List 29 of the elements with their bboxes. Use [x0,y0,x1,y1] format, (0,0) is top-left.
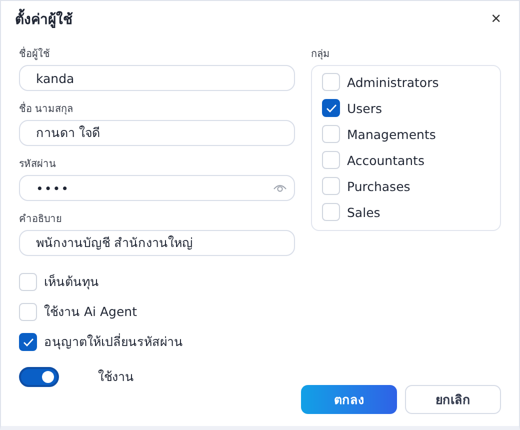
checkbox-label: Purchases [347,178,410,194]
checkbox-label: เห็นต้นทุน [44,273,99,292]
checkbox-label: อนุญาตให้เปลี่ยนรหัสผ่าน [44,332,183,352]
checkbox-label: Users [347,100,382,116]
eye-icon[interactable] [273,183,287,193]
checkbox[interactable] [322,99,340,117]
checkbox-label: Managements [347,126,436,142]
field-label: ชื่อผู้ใช้ [19,46,50,61]
checkbox[interactable] [19,333,37,351]
input-field[interactable]: พนักงานบัญชี สำนักงานใหญ่ [19,230,295,256]
toggle-switch[interactable] [19,367,59,387]
input-field[interactable]: kanda [19,65,295,91]
checkbox-label: Administrators [347,74,439,90]
field-label: คำอธิบาย [19,212,62,226]
toggle-label: ใช้งาน [98,368,134,386]
ok-button[interactable]: ตกลง [301,385,397,414]
group-label: กลุ่ม [311,48,330,61]
input-field[interactable]: กานดา ใจดี [19,120,295,146]
checkbox-label: Sales [347,204,380,220]
close-button[interactable]: × [491,9,501,29]
check-icon [326,104,336,112]
input-field[interactable]: •••• [19,175,295,201]
cancel-button[interactable]: ยกเลิก [405,385,501,414]
window-title: ตั้งค่าผู้ใช้ [15,8,73,30]
field-label: ชื่อ นามสกุล [19,101,74,116]
checkbox-label: Accountants [347,152,424,168]
check-icon [22,338,34,346]
field-label: รหัสผ่าน [19,158,56,171]
checkbox-label: ใช้งาน Ai Agent [44,303,137,321]
